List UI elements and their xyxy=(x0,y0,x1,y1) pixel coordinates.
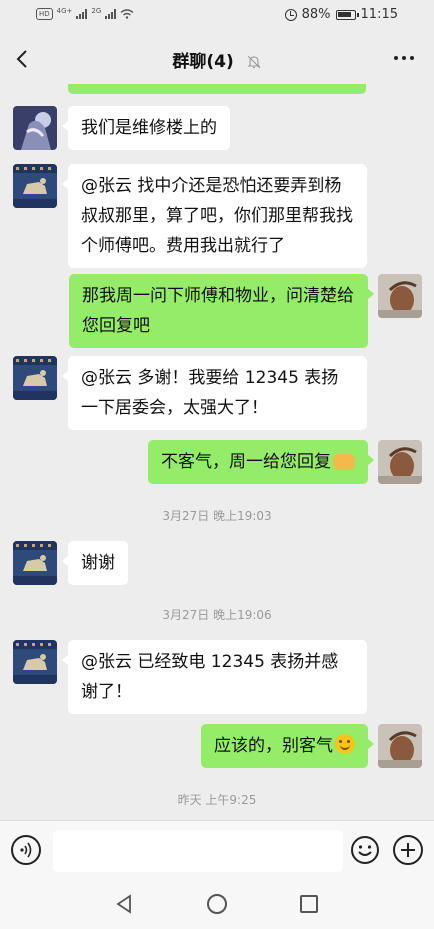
emoji-icon[interactable] xyxy=(350,835,380,865)
system-nav-bar xyxy=(0,880,434,929)
more-icon[interactable] xyxy=(394,56,414,60)
avatar-tapestry[interactable] xyxy=(13,356,57,400)
message-bubble[interactable]: @张云 多谢！我要给 12345 表扬一下居委会，太强大了！ xyxy=(62,356,367,430)
voice-icon[interactable] xyxy=(11,835,41,865)
message-text: 不客气，周一给您回复 xyxy=(161,452,331,472)
handshake-emoji-icon xyxy=(333,454,355,470)
tapestry-avatar-image xyxy=(13,640,57,684)
chat-header: 群聊(4) xyxy=(0,34,434,84)
message-bubble[interactable]: 谢谢 xyxy=(62,541,128,585)
voice-waves xyxy=(20,842,32,858)
status-right: 88% 11:15 xyxy=(284,7,398,22)
input-bar xyxy=(0,820,434,881)
avatar-tapestry[interactable] xyxy=(13,640,57,684)
network-type-2: 2G xyxy=(91,7,102,15)
signal-bars-icon-2 xyxy=(105,9,117,19)
title-area: 群聊(4) xyxy=(0,47,434,72)
avatar-self[interactable] xyxy=(378,724,422,768)
message-text: 应该的，别客气 xyxy=(214,736,333,756)
tapestry-avatar-image xyxy=(13,164,57,208)
message-bubble[interactable]: @张云 找中介还是恐怕还要弄到杨叔叔那里，算了吧，你们那里帮我找个师傅吧。费用我… xyxy=(62,164,367,268)
hd-badge: HD xyxy=(36,8,53,20)
self-avatar-image xyxy=(378,724,422,768)
message-input[interactable] xyxy=(53,830,343,872)
status-bar: HD 4G+ 2G 88% 11:15 xyxy=(0,0,434,34)
timestamp: 3月27日 晚上19:06 xyxy=(162,608,272,622)
anime-avatar-image xyxy=(13,106,57,150)
alarm-icon xyxy=(284,8,297,21)
battery-percent: 88% xyxy=(301,7,331,22)
page-title: 群聊(4) xyxy=(172,52,234,72)
avatar-self[interactable] xyxy=(378,440,422,484)
smile-emoji-icon xyxy=(335,734,355,754)
timestamp: 昨天 上午9:25 xyxy=(177,793,257,807)
plus-icon[interactable] xyxy=(393,835,423,865)
network-type-1: 4G+ xyxy=(56,7,73,15)
timestamp: 3月27日 晚上19:03 xyxy=(162,509,272,523)
wifi-icon xyxy=(120,9,134,19)
message-bubble[interactable]: 我们是维修楼上的 xyxy=(62,106,230,150)
mute-bell-icon xyxy=(247,55,261,69)
nav-recents-icon[interactable] xyxy=(300,895,318,913)
nav-home-icon[interactable] xyxy=(207,894,227,914)
signal-bars-icon xyxy=(76,9,88,19)
self-avatar-image xyxy=(378,440,422,484)
nav-back-icon[interactable] xyxy=(115,894,133,914)
message-bubble[interactable]: 不客气，周一给您回复 xyxy=(148,440,374,484)
self-avatar-image xyxy=(378,274,422,318)
avatar-anime[interactable] xyxy=(13,106,57,150)
message-bubble[interactable]: 应该的，别客气 xyxy=(201,724,374,768)
message-bubble[interactable]: @张云 已经致电 12345 表扬并感谢了！ xyxy=(62,640,367,714)
battery-icon xyxy=(335,9,359,20)
tapestry-avatar-image xyxy=(13,356,57,400)
avatar-tapestry[interactable] xyxy=(13,541,57,585)
avatar-tapestry[interactable] xyxy=(13,164,57,208)
partial-outgoing-bubble xyxy=(68,84,366,94)
message-list[interactable]: 我们是维修楼上的 @张云 找中介还是恐怕还要弄到杨叔叔那里，算了吧，你们那里帮我… xyxy=(0,84,434,820)
clock: 11:15 xyxy=(360,7,398,22)
tapestry-avatar-image xyxy=(13,541,57,585)
message-bubble[interactable]: 那我周一问下师傅和物业，问清楚给您回复吧 xyxy=(69,274,374,348)
signal-group: HD 4G+ 2G xyxy=(36,7,134,20)
avatar-self[interactable] xyxy=(378,274,422,318)
